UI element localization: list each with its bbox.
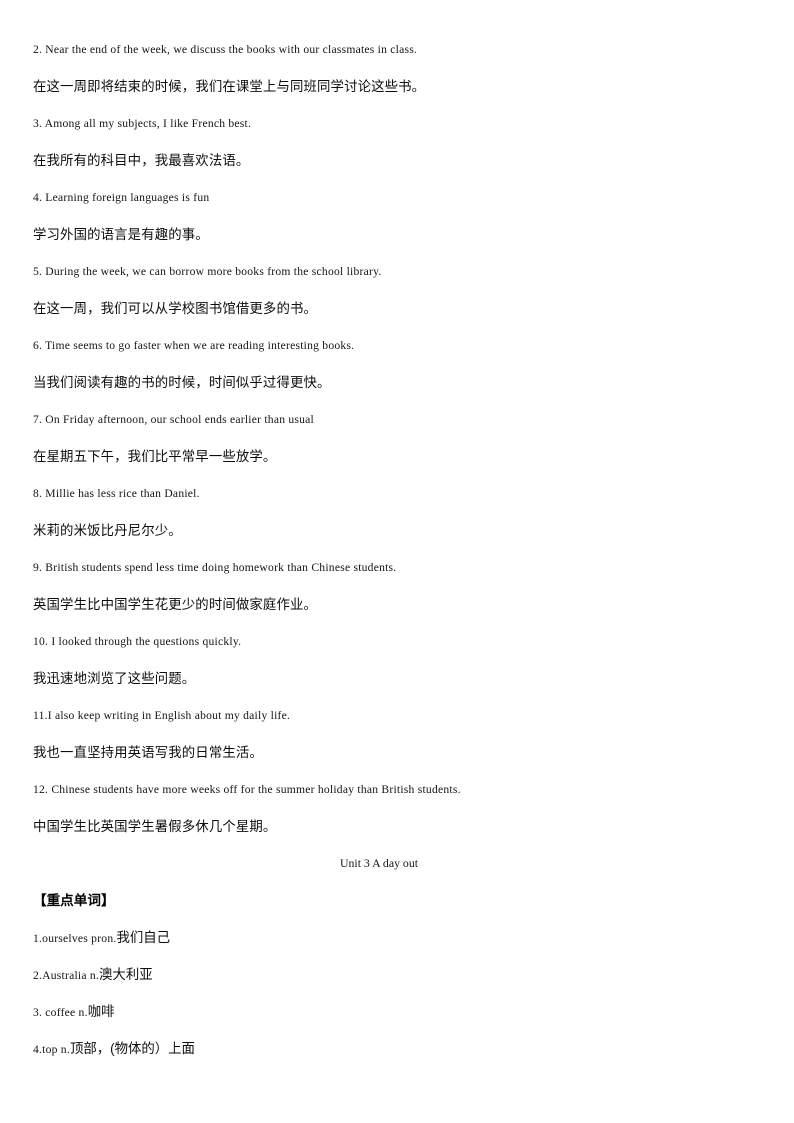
- vocabulary-definition: 咖啡: [87, 1004, 115, 1019]
- document-body: 2. Near the end of the week, we discuss …: [33, 38, 761, 1074]
- sentence-chinese: 中国学生比英国学生暑假多休几个星期。: [33, 819, 277, 834]
- vocabulary-term: 2.Australia n.: [33, 969, 100, 982]
- vocabulary-definition: 我们自己: [116, 930, 171, 945]
- vocabulary-definition: 顶部，(物体的）上面: [69, 1041, 195, 1056]
- sentence-english: 11.I also keep writing in English about …: [33, 709, 291, 722]
- sentence-english: 12. Chinese students have more weeks off…: [33, 783, 461, 796]
- sentence-english: 7. On Friday afternoon, our school ends …: [33, 413, 315, 426]
- sentence-chinese: 米莉的米饭比丹尼尔少。: [33, 523, 182, 538]
- sentence-chinese: 我迅速地浏览了这些问题。: [33, 671, 196, 686]
- sentence-chinese: 学习外国的语言是有趣的事。: [33, 227, 209, 242]
- sentence-chinese: 在星期五下午，我们比平常早一些放学。: [33, 449, 277, 464]
- vocabulary-entry: 4.top n.顶部，(物体的）上面: [33, 1037, 761, 1074]
- sentence-chinese: 我也一直坚持用英语写我的日常生活。: [33, 745, 263, 760]
- sentence-chinese: 当我们阅读有趣的书的时候，时间似乎过得更快。: [33, 375, 331, 390]
- sentence-english: 6. Time seems to go faster when we are r…: [33, 339, 355, 352]
- sentence-english: 8. Millie has less rice than Daniel.: [33, 487, 200, 500]
- sentence-english: 10. I looked through the questions quick…: [33, 635, 242, 648]
- vocabulary-entry: 3. coffee n.咖啡: [33, 1000, 761, 1037]
- vocabulary-entry: 2.Australia n.澳大利亚: [33, 963, 761, 1000]
- sentence-chinese: 英国学生比中国学生花更少的时间做家庭作业。: [33, 597, 318, 612]
- vocabulary-term: 3. coffee n.: [33, 1006, 88, 1019]
- sentence-chinese: 在这一周，我们可以从学校图书馆借更多的书。: [33, 301, 318, 316]
- sentence-chinese: 在我所有的科目中，我最喜欢法语。: [33, 153, 250, 168]
- sentence-english: 2. Near the end of the week, we discuss …: [33, 43, 418, 56]
- vocabulary-term: 1.ourselves pron.: [33, 932, 117, 945]
- unit-heading: Unit 3 A day out: [340, 856, 418, 870]
- vocabulary-entry: 1.ourselves pron.我们自己: [33, 926, 761, 963]
- sentence-english: 9. British students spend less time doin…: [33, 561, 397, 574]
- vocabulary-term: 4.top n.: [33, 1043, 70, 1056]
- sentence-english: 3. Among all my subjects, I like French …: [33, 117, 252, 130]
- sentence-chinese: 在这一周即将结束的时候，我们在课堂上与同班同学讨论这些书。: [33, 79, 426, 94]
- sentence-english: 4. Learning foreign languages is fun: [33, 191, 210, 204]
- vocabulary-definition: 澳大利亚: [99, 967, 153, 982]
- document-page: 2. Near the end of the week, we discuss …: [0, 0, 794, 1123]
- sentence-english: 5. During the week, we can borrow more b…: [33, 265, 382, 278]
- vocabulary-section-header: 【重点单词】: [33, 893, 115, 908]
